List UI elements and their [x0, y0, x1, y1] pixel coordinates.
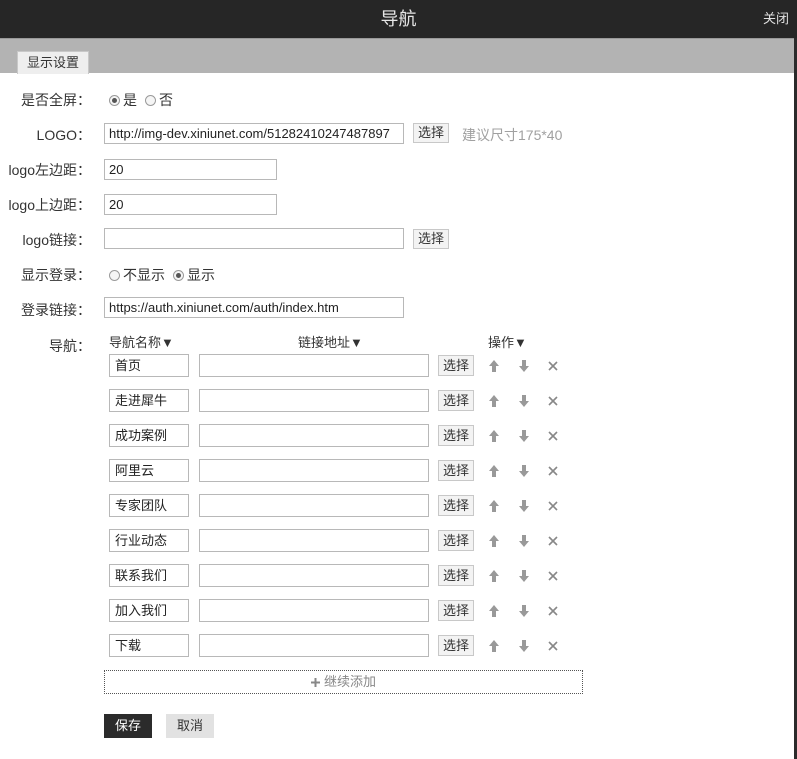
- plus-icon: [310, 678, 320, 687]
- nav-select-button[interactable]: 选择: [438, 495, 475, 516]
- show-login-radio[interactable]: [173, 269, 184, 281]
- nav-name-input[interactable]: 阿里云: [109, 459, 189, 482]
- logo-label: LOGO：: [36, 127, 91, 143]
- show-login-label: 显示登录：: [21, 267, 91, 283]
- arrow-down-icon[interactable]: [518, 534, 530, 548]
- arrow-down-icon[interactable]: [518, 359, 530, 373]
- nav-name-input[interactable]: 加入我们: [109, 599, 189, 622]
- cancel-button[interactable]: 取消: [166, 714, 214, 738]
- show-login-radio-group: 不显示 显示: [109, 265, 223, 285]
- fullscreen-no-radio[interactable]: [145, 94, 156, 106]
- fullscreen-radio-group: 是 否: [109, 90, 181, 110]
- nav-name-input[interactable]: 联系我们: [109, 564, 189, 587]
- hide-login-radio[interactable]: [109, 269, 120, 281]
- close-icon[interactable]: [547, 430, 559, 444]
- tab-display-settings[interactable]: 显示设置: [17, 51, 90, 74]
- arrow-down-icon[interactable]: [518, 429, 530, 443]
- close-icon[interactable]: [547, 535, 559, 549]
- add-nav-item-label: 继续添加: [323, 674, 376, 689]
- arrow-up-icon[interactable]: [488, 394, 500, 408]
- close-icon[interactable]: [547, 395, 559, 409]
- nav-url-input[interactable]: [199, 424, 429, 447]
- nav-ops-column-header[interactable]: 操作▼: [488, 332, 527, 351]
- nav-name-input[interactable]: 下载: [109, 634, 189, 657]
- nav-select-button[interactable]: 选择: [438, 635, 475, 656]
- fullscreen-yes-radio[interactable]: [109, 94, 120, 106]
- logo-top-margin-input[interactable]: 20: [104, 194, 277, 215]
- logo-link-input[interactable]: [104, 228, 404, 249]
- nav-url-input[interactable]: [199, 529, 429, 552]
- arrow-up-icon[interactable]: [488, 359, 500, 373]
- nav-url-column-header[interactable]: 链接地址▼: [298, 332, 363, 351]
- nav-select-button[interactable]: 选择: [438, 460, 475, 481]
- nav-url-input[interactable]: [199, 599, 429, 622]
- nav-select-button[interactable]: 选择: [438, 390, 475, 411]
- nav-url-input[interactable]: [199, 389, 429, 412]
- nav-url-input[interactable]: [199, 354, 429, 377]
- nav-url-input[interactable]: [199, 494, 429, 517]
- arrow-down-icon[interactable]: [518, 604, 530, 618]
- nav-name-input[interactable]: 行业动态: [109, 529, 189, 552]
- arrow-down-icon[interactable]: [518, 499, 530, 513]
- arrow-up-icon[interactable]: [488, 604, 500, 618]
- close-icon[interactable]: [547, 640, 559, 654]
- show-login-option-label: 显示: [187, 267, 215, 283]
- nav-name-input[interactable]: 首页: [109, 354, 189, 377]
- logo-top-margin-label: logo上边距：: [8, 197, 91, 213]
- close-icon[interactable]: [547, 465, 559, 479]
- fullscreen-label: 是否全屏：: [21, 92, 91, 108]
- close-icon[interactable]: [547, 605, 559, 619]
- arrow-down-icon[interactable]: [518, 394, 530, 408]
- add-nav-item-button[interactable]: 继续添加: [104, 670, 583, 694]
- tab-bar: 显示设置: [0, 38, 797, 74]
- logo-left-margin-label: logo左边距：: [8, 162, 91, 178]
- nav-select-button[interactable]: 选择: [438, 565, 475, 586]
- save-button[interactable]: 保存: [104, 714, 152, 738]
- nav-select-button[interactable]: 选择: [438, 530, 475, 551]
- fullscreen-yes-label: 是: [123, 92, 137, 108]
- logo-select-button[interactable]: 选择: [413, 123, 450, 143]
- close-icon[interactable]: [547, 360, 559, 374]
- arrow-down-icon[interactable]: [518, 464, 530, 478]
- logo-link-label: logo链接：: [22, 232, 91, 248]
- arrow-up-icon[interactable]: [488, 429, 500, 443]
- nav-select-button[interactable]: 选择: [438, 425, 475, 446]
- logo-url-input[interactable]: http://img-dev.xiniunet.com/512824102474…: [104, 123, 404, 144]
- nav-url-input[interactable]: [199, 634, 429, 657]
- arrow-down-icon[interactable]: [518, 639, 530, 653]
- fullscreen-no-label: 否: [159, 92, 173, 108]
- close-button[interactable]: 关闭: [763, 0, 789, 38]
- dialog-title: 导航: [380, 9, 417, 29]
- nav-url-input[interactable]: [199, 564, 429, 587]
- nav-url-input[interactable]: [199, 459, 429, 482]
- logo-left-margin-input[interactable]: 20: [104, 159, 277, 180]
- arrow-up-icon[interactable]: [488, 464, 500, 478]
- close-icon[interactable]: [547, 570, 559, 584]
- logo-link-select-button[interactable]: 选择: [413, 229, 450, 249]
- nav-name-input[interactable]: 成功案例: [109, 424, 189, 447]
- nav-select-button[interactable]: 选择: [438, 600, 475, 621]
- nav-name-input[interactable]: 走进犀牛: [109, 389, 189, 412]
- hide-login-label: 不显示: [123, 267, 165, 283]
- login-link-input[interactable]: https://auth.xiniunet.com/auth/index.htm: [104, 297, 404, 318]
- nav-name-column-header[interactable]: 导航名称▼: [109, 332, 174, 351]
- arrow-up-icon[interactable]: [488, 569, 500, 583]
- close-icon[interactable]: [547, 500, 559, 514]
- nav-name-input[interactable]: 专家团队: [109, 494, 189, 517]
- nav-select-button[interactable]: 选择: [438, 355, 475, 376]
- nav-label: 导航：: [49, 338, 91, 354]
- dialog-titlebar: 导航 关闭: [0, 0, 797, 38]
- arrow-up-icon[interactable]: [488, 534, 500, 548]
- arrow-up-icon[interactable]: [488, 499, 500, 513]
- arrow-down-icon[interactable]: [518, 569, 530, 583]
- logo-size-hint: 建议尺寸175*40: [462, 127, 563, 143]
- login-link-label: 登录链接：: [21, 302, 91, 318]
- arrow-up-icon[interactable]: [488, 639, 500, 653]
